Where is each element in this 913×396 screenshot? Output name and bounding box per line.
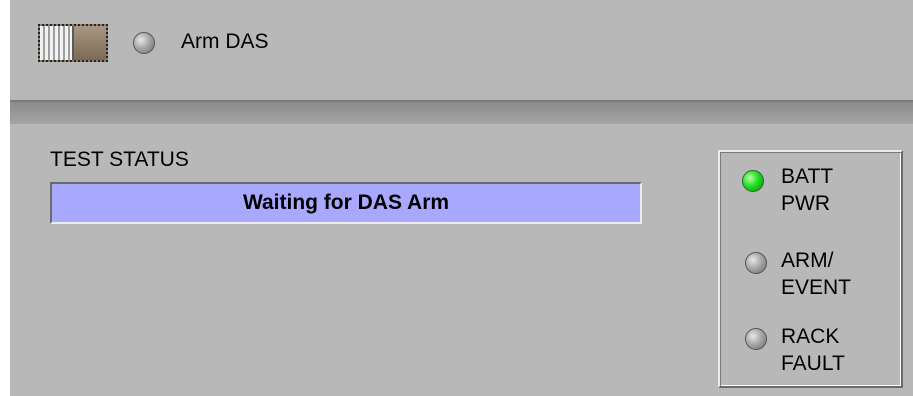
arm-das-toggle-switch[interactable]: [38, 24, 108, 62]
rack-fault-label-line1: RACK: [781, 325, 840, 348]
arm-das-led-icon: [133, 32, 155, 54]
rack-fault-label-line2: FAULT: [781, 352, 845, 375]
toggle-body[interactable]: [74, 26, 106, 60]
test-status-value: Waiting for DAS Arm: [242, 191, 450, 214]
batt-pwr-label-line2: PWR: [781, 192, 830, 215]
test-status-display: Waiting for DAS Arm: [50, 182, 642, 224]
panel-divider: [10, 102, 913, 124]
batt-pwr-label-line1: BATT: [781, 165, 834, 188]
batt-pwr-led-icon: [742, 170, 764, 192]
arm-das-label: Arm DAS: [181, 30, 269, 53]
arm-event-led-icon: [745, 252, 767, 274]
rack-fault-led-icon: [745, 328, 767, 350]
arm-event-label-line2: EVENT: [781, 276, 852, 299]
test-status-heading: TEST STATUS: [50, 148, 189, 171]
toggle-grip[interactable]: [40, 26, 74, 60]
arm-event-label-line1: ARM/: [781, 249, 834, 272]
